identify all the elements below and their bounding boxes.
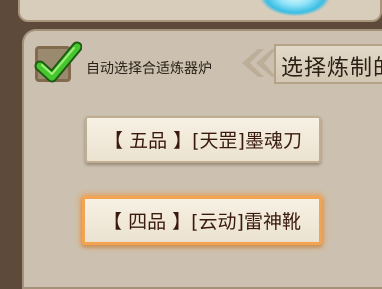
header-title: 选择炼制的	[281, 56, 382, 81]
double-chevron-left-icon	[242, 49, 276, 77]
item-button-moshen-dao[interactable]: 【 五品 】[天罡]墨魂刀	[85, 116, 321, 163]
item-label: 【 四品 】[云动]雷神靴	[103, 211, 301, 233]
item-label: 【 五品 】[天罡]墨魂刀	[104, 130, 302, 152]
checkmark-icon	[34, 41, 82, 83]
item-button-leishen-xue[interactable]: 【 四品 】[云动]雷神靴	[82, 196, 322, 245]
auto-select-label: 自动选择合适炼器炉	[86, 61, 212, 77]
